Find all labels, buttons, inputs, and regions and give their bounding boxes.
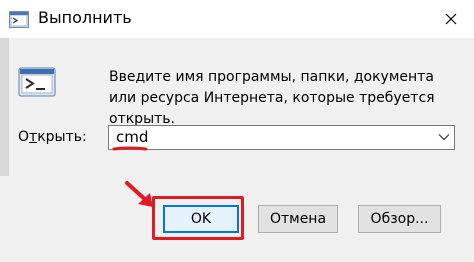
arrow-icon bbox=[125, 181, 153, 207]
run-dialog: Выполнить Введите имя программы, папки, … bbox=[0, 0, 474, 262]
open-combobox[interactable]: cmd bbox=[108, 125, 455, 150]
run-app-icon bbox=[9, 11, 29, 28]
dialog-description: Введите имя программы, папки, документа … bbox=[109, 69, 435, 127]
open-field-label: Открыть: bbox=[18, 129, 87, 145]
cancel-button[interactable]: Отмена bbox=[258, 205, 338, 233]
ok-button[interactable]: OK bbox=[163, 205, 239, 233]
red-underline-annotation bbox=[112, 146, 148, 151]
browse-button[interactable]: Обзор... bbox=[358, 205, 441, 233]
window-title: Выполнить bbox=[38, 8, 132, 27]
close-button[interactable] bbox=[428, 0, 474, 38]
title-bar[interactable]: Выполнить bbox=[0, 0, 474, 39]
run-dialog-icon bbox=[18, 67, 56, 97]
chevron-down-icon[interactable] bbox=[438, 133, 450, 141]
close-icon bbox=[445, 13, 457, 25]
